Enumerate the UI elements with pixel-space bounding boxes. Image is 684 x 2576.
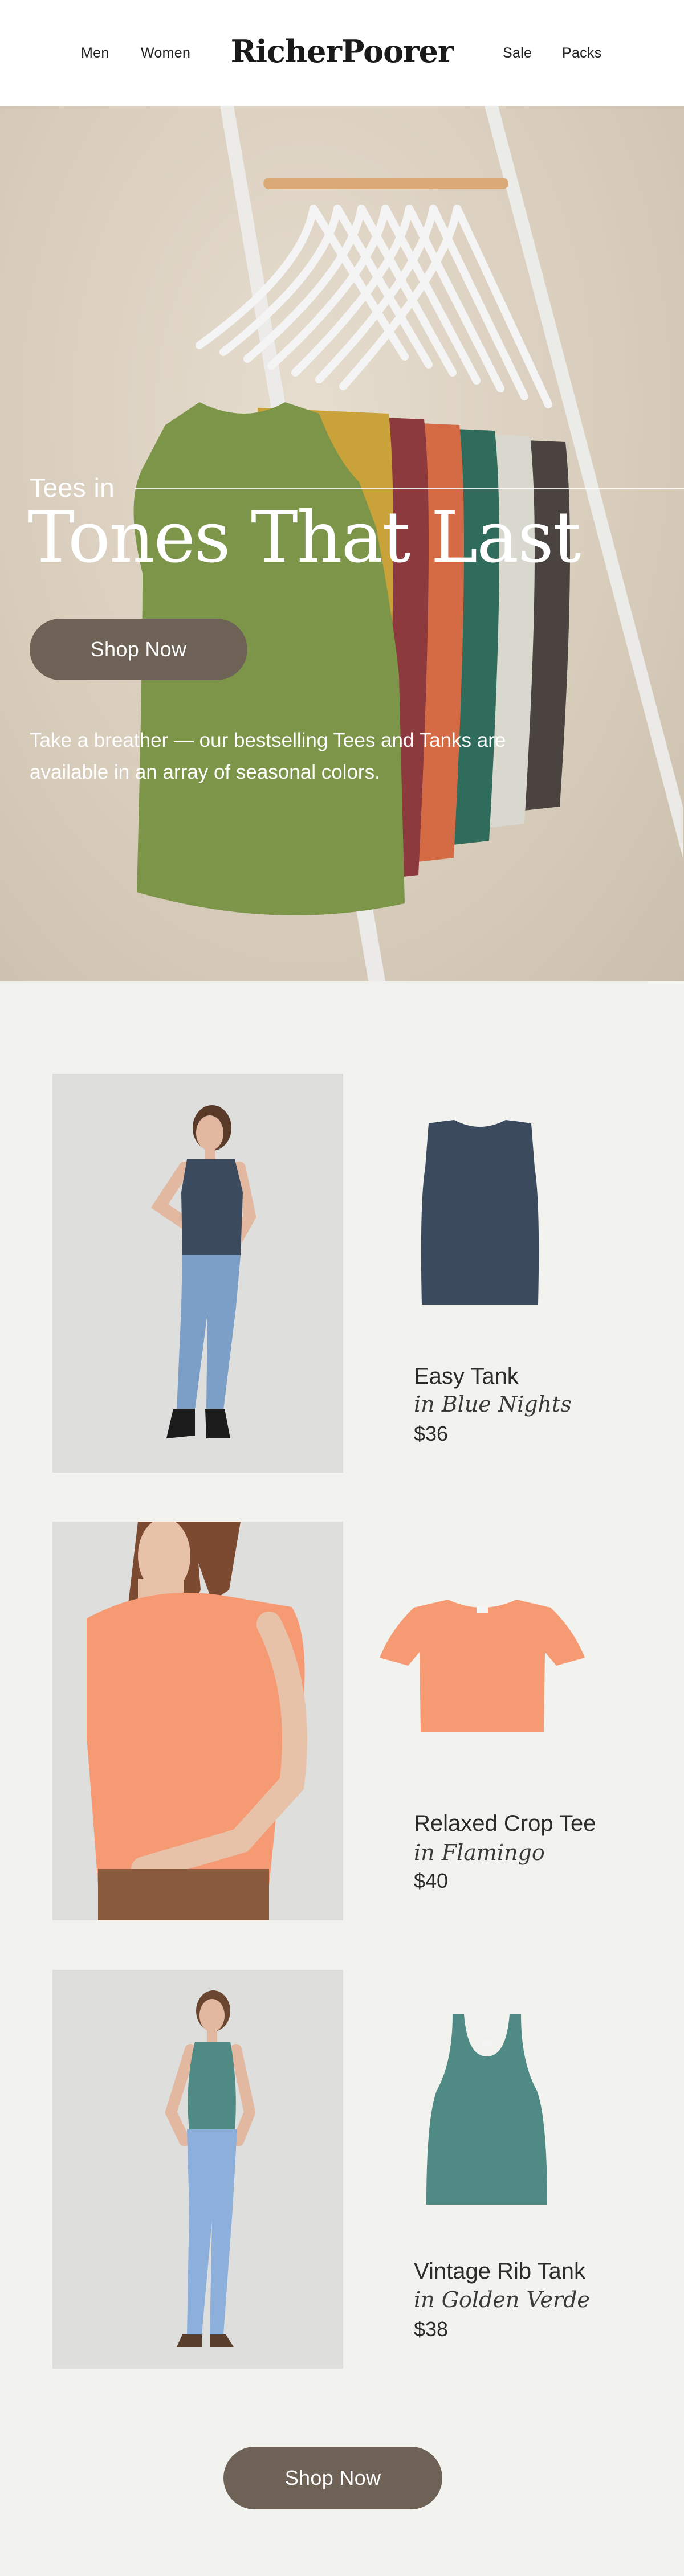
product-color-relaxed-crop-tee: in Flamingo bbox=[414, 1840, 545, 1865]
hero-divider bbox=[135, 488, 684, 489]
site-header: Men Women RicherPoorer Sale Packs bbox=[0, 0, 684, 106]
product-price-easy-tank: $36 bbox=[414, 1422, 449, 1445]
product-color-vintage-rib-tank: in Golden Verde bbox=[414, 2287, 590, 2312]
product-name-easy-tank[interactable]: Easy Tank bbox=[414, 1364, 519, 1389]
hero-banner: Tees in Tones That Last Shop Now Take a … bbox=[0, 106, 684, 981]
product-price-vintage-rib-tank: $38 bbox=[414, 2317, 449, 2341]
product-name-vintage-rib-tank[interactable]: Vintage Rib Tank bbox=[414, 2259, 585, 2284]
product-photo-relaxed-crop-tee[interactable] bbox=[52, 1522, 343, 1920]
model-image bbox=[150, 1105, 256, 1438]
nav-sale[interactable]: Sale bbox=[503, 45, 532, 62]
brand-logo-text[interactable]: RicherPoorer bbox=[231, 33, 454, 69]
product-price-relaxed-crop-tee: $40 bbox=[414, 1869, 449, 1892]
product-flat-vintage-rib-tank[interactable] bbox=[418, 2011, 555, 2210]
product-flat-easy-tank[interactable] bbox=[406, 1117, 554, 1310]
product-photo-easy-tank[interactable] bbox=[52, 1074, 343, 1473]
model-image bbox=[87, 1522, 307, 1920]
nav-packs[interactable]: Packs bbox=[562, 45, 602, 62]
product-photo-vintage-rib-tank[interactable] bbox=[52, 1970, 343, 2369]
model-image bbox=[165, 1990, 256, 2347]
hero-title: Tones That Last bbox=[27, 497, 581, 579]
hero-shop-now-button[interactable]: Shop Now bbox=[30, 619, 247, 680]
hero-description: Take a breather — our bestselling Tees a… bbox=[30, 729, 506, 783]
product-flat-relaxed-crop-tee[interactable] bbox=[380, 1595, 585, 1735]
footer-shop-now-button[interactable]: Shop Now bbox=[223, 2447, 442, 2509]
product-name-relaxed-crop-tee[interactable]: Relaxed Crop Tee bbox=[414, 1811, 596, 1837]
product-color-easy-tank: in Blue Nights bbox=[414, 1392, 572, 1417]
